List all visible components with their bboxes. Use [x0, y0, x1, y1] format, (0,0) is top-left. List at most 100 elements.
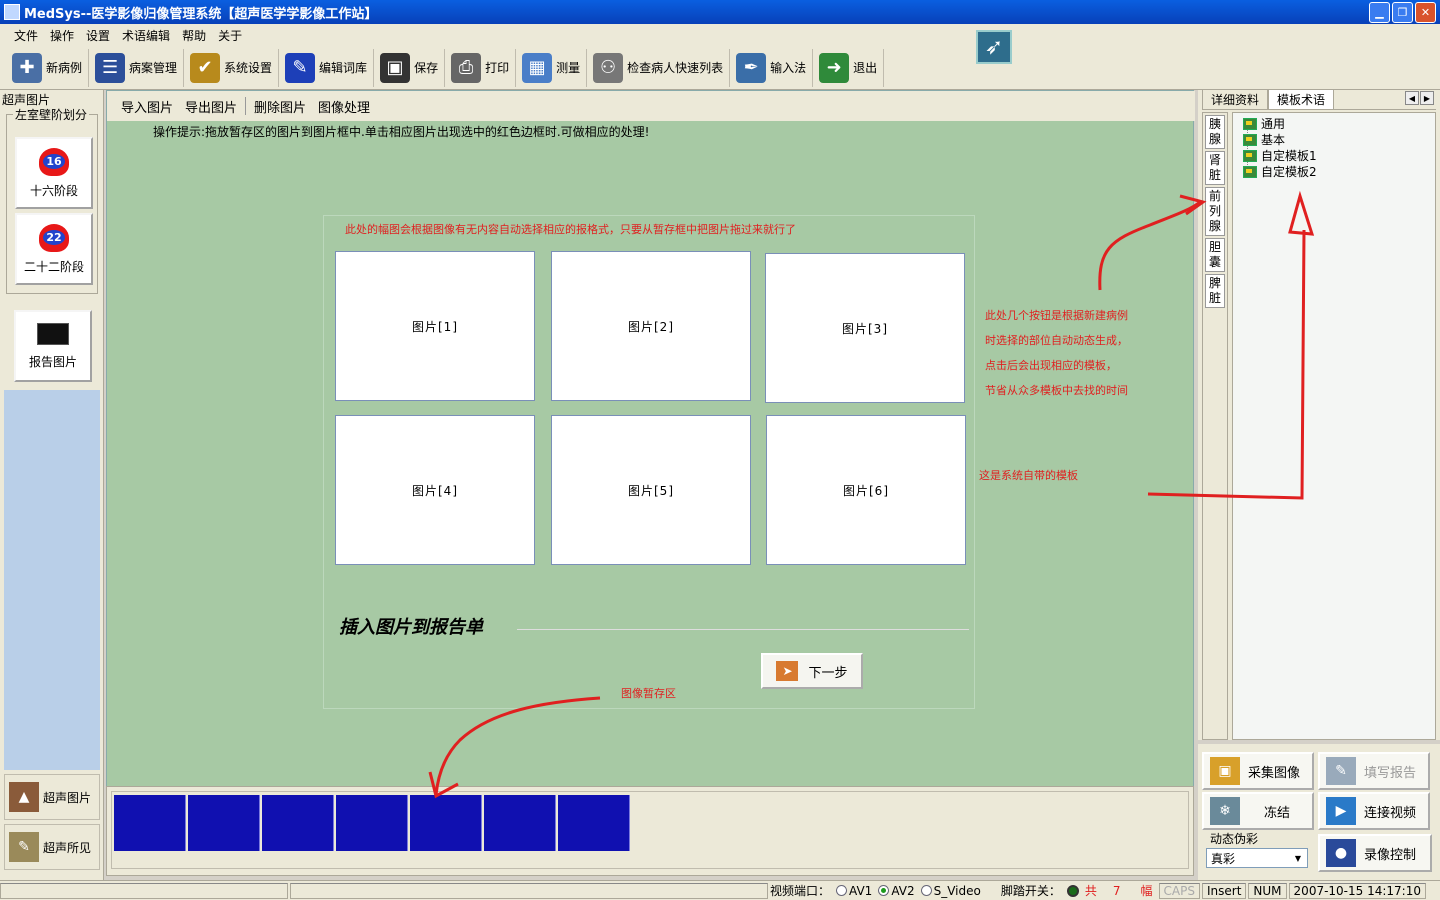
annotation-temp-area: 图像暂存区	[621, 687, 676, 700]
dynamic-color-label: 动态伪彩	[1210, 832, 1259, 846]
image-staging-area	[106, 786, 1194, 876]
stage16-button[interactable]: 16 十六阶段	[15, 137, 93, 209]
delete-image-button[interactable]: 删除图片	[248, 97, 312, 116]
organ-button-pancreas[interactable]: 胰腺	[1205, 115, 1225, 149]
dynamic-color-select[interactable]: 真彩 ▼	[1206, 848, 1308, 868]
template-tree: 通用 基本 自定模板1 自定模板2	[1232, 112, 1436, 740]
exit-button[interactable]: ➜ 退出	[813, 48, 885, 87]
input-method-button[interactable]: ✒ 输入法	[730, 48, 814, 87]
left-panel: 超声图片 左室壁阶划分 16 十六阶段 22 二十二阶段 报告图片 ▲ 超声图片 …	[0, 90, 104, 880]
fill-report-button[interactable]: ✎ 填写报告	[1318, 752, 1430, 790]
staged-image[interactable]	[114, 795, 186, 851]
edit-dictionary-button[interactable]: ✎ 编辑词库	[279, 48, 375, 87]
divider	[517, 629, 969, 630]
report-image-label: 报告图片	[28, 354, 77, 369]
nav-ultrasound-findings[interactable]: ✎ 超声所见	[4, 824, 100, 870]
lv-segment-group: 左室壁阶划分 16 十六阶段 22 二十二阶段	[6, 106, 98, 294]
capture-controls: ▣ 采集图像 ✎ 填写报告 ❄ 冻结 ▶ 连接视频 动态伪彩 真彩 ▼ ● 录像控制	[1198, 744, 1440, 880]
staged-image[interactable]	[484, 795, 556, 851]
menu-bar: 文件 操作 设置 术语编辑 帮助 关于	[0, 24, 1440, 46]
staging-strip	[111, 791, 1189, 869]
radio-av2[interactable]	[878, 885, 890, 896]
menu-about[interactable]: 关于	[212, 27, 248, 44]
organ-button-spleen[interactable]: 脾脏	[1205, 274, 1225, 308]
image-slot-1[interactable]: 图片[1]	[335, 251, 535, 401]
image-toolbar: 导入图片 导出图片 删除图片 图像处理	[107, 91, 1195, 121]
status-bar: 视频端口： AV1 AV2 S_Video 脚踏开关： 共 7 幅 CAPS I…	[0, 880, 1440, 900]
menu-help[interactable]: 帮助	[176, 27, 212, 44]
tab-details[interactable]: 详细资料	[1202, 89, 1269, 109]
tree-item-general[interactable]: 通用	[1243, 115, 1285, 132]
app-icon	[4, 4, 20, 20]
staged-image[interactable]	[262, 795, 334, 851]
patient-list-button[interactable]: ⚇ 检查病人快速列表	[587, 48, 731, 87]
tab-scroll-right-icon[interactable]: ▶	[1420, 91, 1434, 105]
import-image-button[interactable]: 导入图片	[115, 97, 179, 116]
tab-scroll-left-icon[interactable]: ◀	[1405, 91, 1419, 105]
image-slot-6[interactable]: 图片[6]	[766, 415, 966, 565]
stage22-button[interactable]: 22 二十二阶段	[15, 213, 93, 285]
export-image-button[interactable]: 导出图片	[179, 97, 243, 116]
report-image-button[interactable]: 报告图片	[14, 310, 92, 382]
organ-button-prostate[interactable]: 前列腺	[1205, 187, 1225, 236]
measure-button[interactable]: ▦ 测量	[516, 48, 588, 87]
staged-image[interactable]	[410, 795, 482, 851]
stage22-label: 二十二阶段	[23, 259, 84, 274]
image-slot-2[interactable]: 图片[2]	[551, 251, 751, 401]
toolbar-separator	[245, 97, 247, 115]
menu-term-edit[interactable]: 术语编辑	[116, 27, 176, 44]
connect-video-button[interactable]: ▶ 连接视频	[1318, 792, 1430, 830]
stage16-label: 十六阶段	[29, 183, 78, 198]
title-bar: MedSys--医学影像归像管理系统【超声医学学影像工作站】 ▁ ❐ ✕	[0, 0, 1440, 24]
operation-hint: 操作提示:拖放暂存区的图片到图片框中.单击相应图片出现选中的红色边框时.可做相应…	[153, 125, 650, 139]
chevron-down-icon: ▼	[1294, 853, 1302, 863]
new-case-button[interactable]: ✚ 新病例	[6, 48, 90, 87]
radio-svideo[interactable]	[920, 885, 932, 896]
save-button[interactable]: ▣ 保存	[374, 48, 446, 87]
report-thumbnail-icon	[37, 322, 69, 345]
organ-button-kidney[interactable]: 肾脏	[1205, 151, 1225, 185]
staged-image[interactable]	[336, 795, 408, 851]
folder-icon	[1243, 117, 1257, 130]
image-processing-button[interactable]: 图像处理	[312, 97, 376, 116]
record-control-button[interactable]: ● 录像控制	[1318, 834, 1432, 872]
image-slot-3[interactable]: 图片[3]	[765, 253, 965, 403]
folder-icon	[1243, 149, 1257, 162]
freeze-button[interactable]: ❄ 冻结	[1202, 792, 1314, 830]
organ-button-gallbladder[interactable]: 胆囊	[1205, 238, 1225, 272]
tree-item-custom1[interactable]: 自定模板1	[1243, 147, 1317, 164]
patient-list-icon: ⚇	[593, 52, 624, 83]
nav-ultrasound-images[interactable]: ▲ 超声图片	[4, 774, 100, 820]
minimize-button[interactable]: ▁	[1369, 2, 1390, 23]
tab-templates[interactable]: 模板术语	[1268, 89, 1335, 109]
menu-settings[interactable]: 设置	[80, 27, 116, 44]
staged-image[interactable]	[188, 795, 260, 851]
main-toolbar: ✚ 新病例 ☰ 病案管理 ✔ 系统设置 ✎ 编辑词库 ▣ 保存 ⎙ 打印 ▦ 测量 ⚇ 检查病人…	[0, 46, 1440, 90]
close-button[interactable]: ✕	[1415, 2, 1436, 23]
print-button[interactable]: ⎙ 打印	[445, 48, 517, 87]
image-count: 7	[1112, 883, 1121, 898]
camcorder-icon: ●	[1326, 839, 1356, 867]
lv-segment-legend: 左室壁阶划分	[13, 106, 90, 123]
left-panel-area	[4, 390, 100, 770]
folder-icon	[1243, 165, 1257, 178]
menu-operate[interactable]: 操作	[44, 27, 80, 44]
video-port-label: 视频端口：	[770, 884, 831, 898]
image-slot-5[interactable]: 图片[5]	[551, 415, 751, 565]
restore-button[interactable]: ❐	[1392, 2, 1413, 23]
staged-image[interactable]	[558, 795, 630, 851]
radio-av1[interactable]	[836, 885, 848, 896]
annotation-system-template: 这是系统自带的模板	[979, 469, 1078, 482]
dictionary-icon: ✎	[285, 52, 316, 83]
menu-file[interactable]: 文件	[8, 27, 44, 44]
print-icon: ⎙	[451, 52, 482, 83]
records-button[interactable]: ☰ 病案管理	[89, 48, 185, 87]
pedal-label: 脚踏开关：	[1000, 884, 1061, 898]
image-slot-4[interactable]: 图片[4]	[335, 415, 535, 565]
next-step-button[interactable]: ➤ 下一步	[761, 653, 863, 689]
annotation-top: 此处的幅图会根据图像有无内容自动选择相应的报格式，只要从暂存框中把图片拖过来就行…	[345, 223, 796, 236]
capture-image-button[interactable]: ▣ 采集图像	[1202, 752, 1314, 790]
system-settings-button[interactable]: ✔ 系统设置	[184, 48, 280, 87]
tree-item-custom2[interactable]: 自定模板2	[1243, 163, 1317, 180]
tree-item-basic[interactable]: 基本	[1243, 131, 1285, 148]
